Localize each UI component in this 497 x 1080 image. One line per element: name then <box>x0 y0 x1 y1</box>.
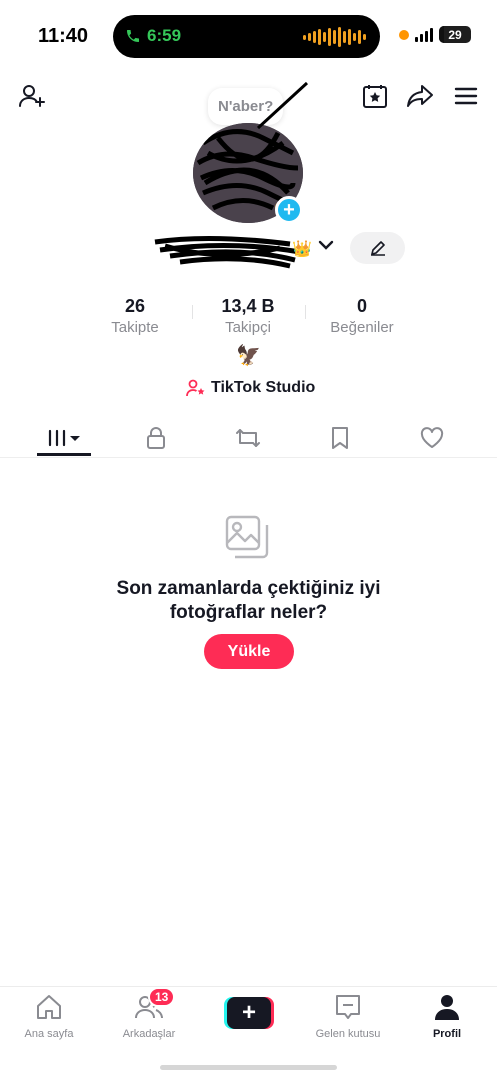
nav-home-label: Ana sayfa <box>24 1028 74 1040</box>
status-bar: 11:40 6:59 29 <box>0 0 497 72</box>
crown-icon: 👑 <box>292 240 312 258</box>
stat-following[interactable]: 26 Takipte <box>100 296 170 336</box>
stat-value: 0 <box>356 296 367 316</box>
nav-profile-label: Profil <box>432 1028 462 1040</box>
signal-icon <box>415 27 433 42</box>
phone-icon <box>127 30 139 42</box>
stat-followers[interactable]: 13,4 B Takipçi <box>205 296 291 336</box>
lock-icon <box>147 427 165 449</box>
grid-dropdown-icon <box>48 429 80 447</box>
edit-profile-button[interactable] <box>350 232 405 264</box>
profile-icon <box>435 995 459 1020</box>
plus-icon: + <box>227 997 271 1029</box>
divider <box>192 305 193 319</box>
person-plus-icon <box>19 85 45 107</box>
create-button[interactable]: + <box>224 997 274 1029</box>
recording-dot-icon <box>399 29 409 40</box>
profile-tabs <box>0 418 497 458</box>
photos-icon <box>223 513 275 570</box>
battery-icon: 29 <box>439 26 471 43</box>
bookmark-icon <box>332 427 348 449</box>
stat-label: Beğeniler <box>330 319 394 336</box>
clock: 11:40 <box>38 25 89 47</box>
active-tab-indicator <box>37 453 91 456</box>
home-indicator <box>160 1065 337 1070</box>
repost-icon <box>236 429 260 447</box>
share-button[interactable] <box>404 80 436 112</box>
empty-state-title: Son zamanlarda çektiğiniz iyi fotoğrafla… <box>0 577 497 625</box>
pencil-icon <box>370 241 385 256</box>
menu-button[interactable] <box>450 80 482 112</box>
audio-wave-icon <box>303 27 366 47</box>
tab-private[interactable] <box>126 418 186 458</box>
tab-liked[interactable] <box>402 418 462 458</box>
chevron-down-icon <box>318 240 334 250</box>
stat-value: 13,4 B <box>221 296 275 316</box>
calendar-star-icon <box>363 85 387 108</box>
calendar-button[interactable] <box>360 80 390 112</box>
scribble-line <box>256 81 309 130</box>
nav-friends-label: Arkadaşlar <box>122 1028 176 1040</box>
tiktok-studio-link[interactable]: TikTok Studio <box>186 379 315 397</box>
stat-likes[interactable]: 0 Beğeniler <box>322 296 402 336</box>
tab-videos[interactable] <box>34 418 94 458</box>
add-story-button[interactable]: + <box>275 196 303 224</box>
username-row[interactable]: 👑 <box>150 232 350 272</box>
empty-title-line2: fotoğraflar neler? <box>169 602 328 623</box>
notification-badge: 13 <box>148 987 176 1007</box>
nav-inbox-label: Gelen kutusu <box>315 1028 381 1040</box>
stat-label: Takipçi <box>225 319 271 336</box>
profile-stats: 26 Takipte 13,4 B Takipçi 0 Beğeniler <box>0 296 497 336</box>
add-friend-button[interactable] <box>16 80 48 112</box>
call-duration: 6:59 <box>147 26 182 45</box>
hamburger-menu-icon <box>454 87 478 105</box>
tab-favorites[interactable] <box>310 418 370 458</box>
username-scribble: 👑 <box>154 235 334 269</box>
stat-value: 26 <box>124 296 146 316</box>
system-icons: 29 <box>399 26 471 43</box>
tab-reposts[interactable] <box>218 418 278 458</box>
heart-icon <box>420 427 444 448</box>
nav-home[interactable]: Ana sayfa <box>4 993 94 1040</box>
nav-inbox[interactable]: Gelen kutusu <box>303 993 393 1040</box>
home-icon <box>37 995 61 1019</box>
divider <box>305 305 306 319</box>
call-indicator: 6:59 <box>125 26 181 46</box>
inbox-icon <box>336 995 360 1019</box>
stat-label: Takipte <box>111 319 159 336</box>
bio-emoji: 🦅 <box>236 345 261 367</box>
empty-title-line1: Son zamanlarda çektiğiniz iyi <box>116 578 381 599</box>
upload-button[interactable]: Yükle <box>204 634 294 669</box>
share-arrow-icon <box>407 85 433 107</box>
dynamic-island[interactable]: 6:59 <box>113 15 380 58</box>
nav-profile[interactable]: Profil <box>402 993 492 1040</box>
studio-label: TikTok Studio <box>211 379 316 396</box>
creator-star-icon <box>186 379 205 397</box>
battery-level: 29 <box>448 27 462 42</box>
